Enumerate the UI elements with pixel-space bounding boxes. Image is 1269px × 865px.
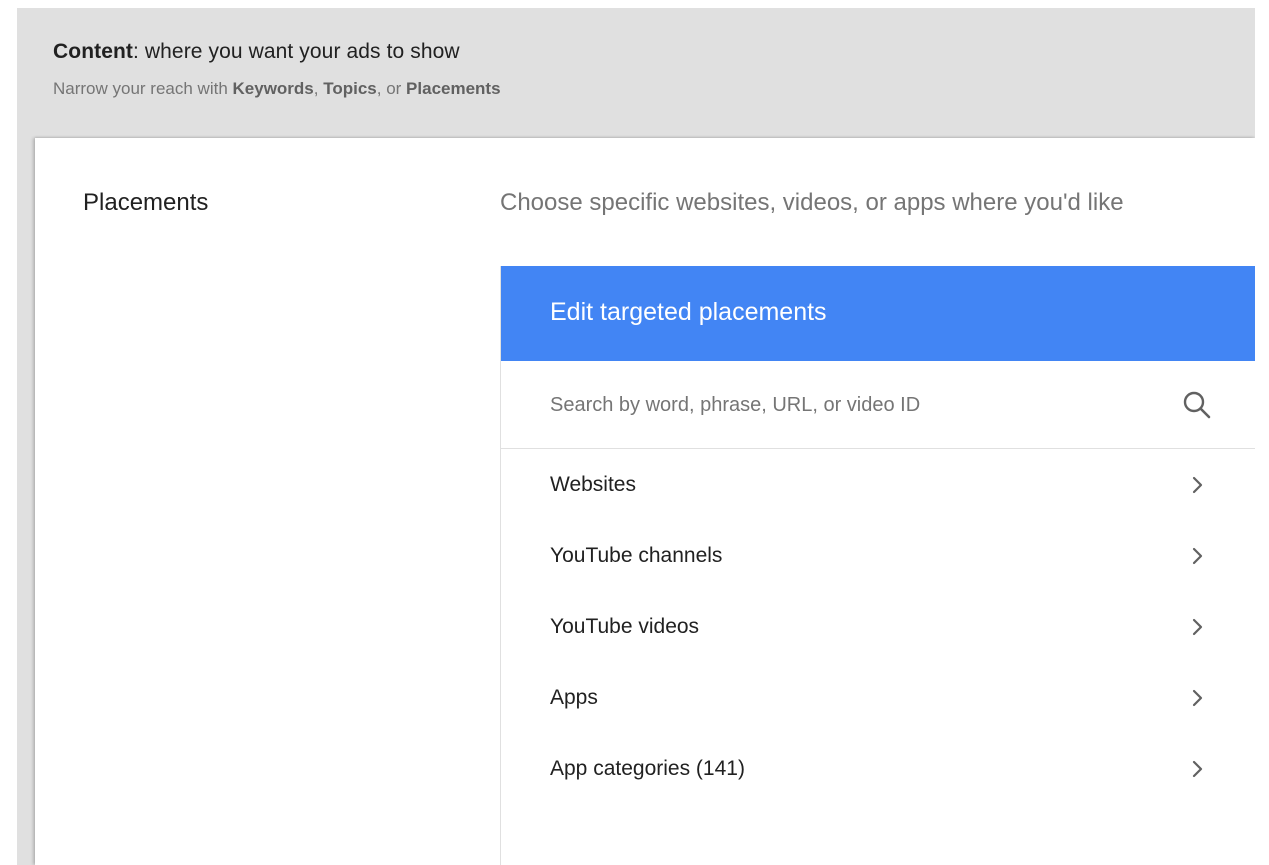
- chevron-right-icon: [1189, 615, 1207, 639]
- chevron-right-icon: [1189, 757, 1207, 781]
- subheading-separator-2: , or: [376, 79, 407, 98]
- subheading-keywords: Keywords: [232, 79, 314, 98]
- content-heading: Content: where you want your ads to show: [53, 40, 460, 64]
- section-label: Placements: [83, 189, 209, 216]
- chevron-right-icon: [1189, 686, 1207, 710]
- search-icon[interactable]: [1181, 389, 1213, 421]
- subheading-topics: Topics: [323, 79, 377, 98]
- list-item-label: YouTube channels: [550, 544, 723, 567]
- search-input[interactable]: [550, 385, 1110, 425]
- content-heading-bold: Content: [53, 40, 134, 63]
- content-subheading: Narrow your reach with Keywords, Topics,…: [53, 79, 501, 99]
- list-item-label: Websites: [550, 473, 636, 496]
- picker-title: Edit targeted placements: [550, 298, 827, 326]
- list-item-youtube-channels[interactable]: YouTube channels: [501, 521, 1256, 592]
- page: Content: where you want your ads to show…: [0, 0, 1269, 865]
- subheading-prefix: Narrow your reach with: [53, 79, 233, 98]
- list-item-label: Apps: [550, 686, 598, 709]
- list-item-apps[interactable]: Apps: [501, 663, 1256, 734]
- placement-type-list: Websites YouTube channels YouTube videos…: [501, 450, 1256, 805]
- chevron-right-icon: [1189, 544, 1207, 568]
- right-edge: [1255, 0, 1269, 865]
- placement-picker: Edit targeted placements Websites YouTub…: [500, 266, 1256, 865]
- list-item-label: YouTube videos: [550, 615, 700, 638]
- section-description: Choose specific websites, videos, or app…: [500, 189, 1124, 216]
- list-item-websites[interactable]: Websites: [501, 450, 1256, 521]
- list-item-app-categories[interactable]: App categories (141): [501, 734, 1256, 805]
- subheading-separator-1: ,: [313, 79, 324, 98]
- list-item-label: App categories (141): [550, 757, 745, 780]
- content-heading-rest: : where you want your ads to show: [133, 40, 460, 63]
- search-row: [501, 361, 1256, 449]
- subheading-placements: Placements: [406, 79, 501, 98]
- picker-header: Edit targeted placements: [501, 266, 1256, 361]
- top-strip: [0, 0, 1269, 8]
- chevron-right-icon: [1189, 473, 1207, 497]
- list-item-youtube-videos[interactable]: YouTube videos: [501, 592, 1256, 663]
